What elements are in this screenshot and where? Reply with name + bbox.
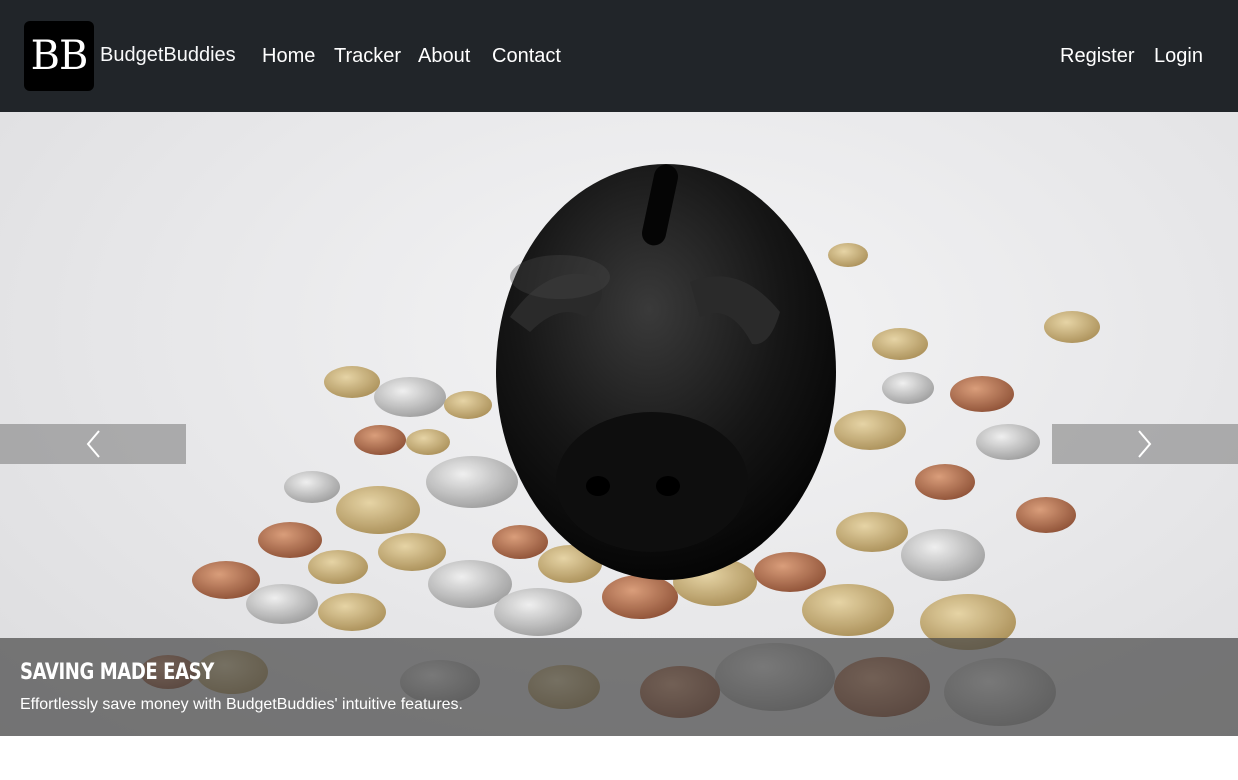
carousel-prev-button[interactable] [0,424,186,464]
nav-link-tracker[interactable]: Tracker [334,42,401,70]
nav-link-home[interactable]: Home [262,42,315,70]
top-navbar: BB BudgetBuddies Home Tracker About Cont… [0,0,1238,112]
caption-text: Effortlessly save money with BudgetBuddi… [20,696,463,713]
nav-link-login[interactable]: Login [1154,42,1203,70]
brand-logo[interactable]: BB [24,21,94,91]
piggy-bank [496,164,836,580]
chevron-left-icon [86,430,100,458]
chevron-right-icon [1138,430,1152,458]
carousel-next-button[interactable] [1052,424,1238,464]
carousel-caption: Saving Made Easy Effortlessly save money… [0,638,1238,736]
hero-carousel: Saving Made Easy Effortlessly save money… [0,112,1238,736]
brand-name[interactable]: BudgetBuddies [100,41,236,69]
nav-link-contact[interactable]: Contact [492,42,561,70]
nav-link-about[interactable]: About [418,42,470,70]
caption-title: Saving Made Easy [20,660,214,685]
nav-link-register[interactable]: Register [1060,42,1134,70]
